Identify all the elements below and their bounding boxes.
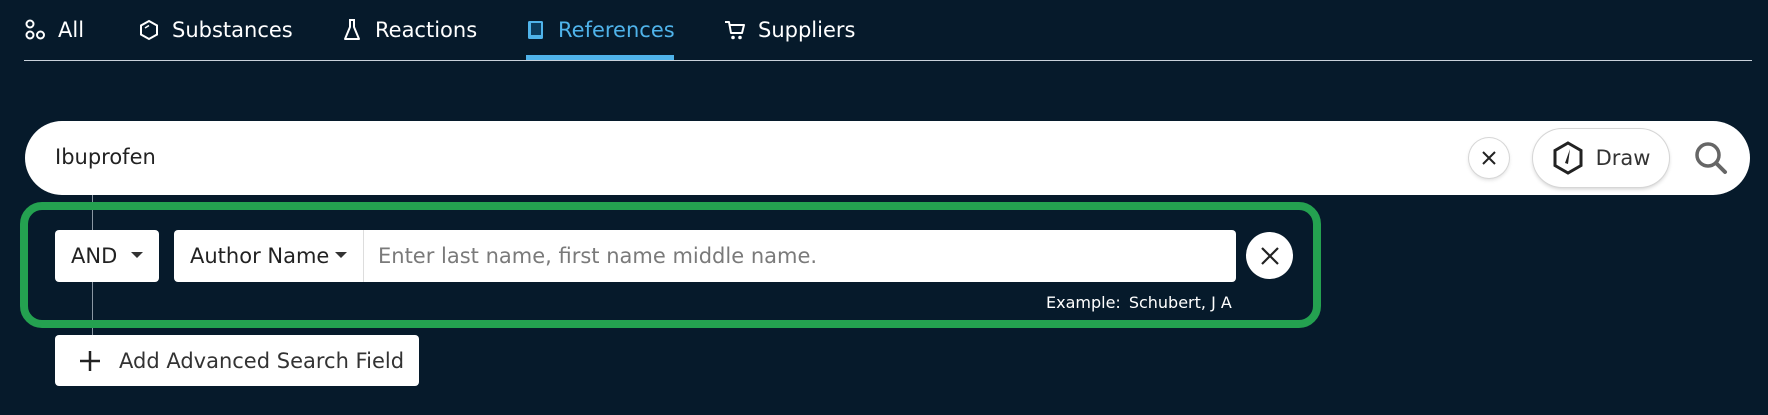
add-advanced-search-field-button[interactable]: Add Advanced Search Field xyxy=(55,335,419,386)
tab-substances-label: Substances xyxy=(172,18,293,42)
search-icon xyxy=(1695,142,1727,174)
draw-hexagon-icon xyxy=(1553,141,1583,175)
substance-icon xyxy=(138,18,160,42)
boolean-operator-select[interactable]: AND xyxy=(55,230,159,282)
add-field-label: Add Advanced Search Field xyxy=(119,348,405,373)
tab-all[interactable]: All xyxy=(24,14,84,60)
operator-value: AND xyxy=(71,244,118,268)
close-icon xyxy=(1482,151,1496,165)
tab-substances[interactable]: Substances xyxy=(138,14,293,60)
clear-search-button[interactable] xyxy=(1469,138,1509,178)
search-field-select[interactable]: Author Name xyxy=(174,230,364,282)
tab-suppliers-label: Suppliers xyxy=(758,18,856,42)
draw-button-label: Draw xyxy=(1595,146,1651,170)
cart-icon xyxy=(724,18,746,42)
flask-icon xyxy=(341,18,363,42)
book-icon xyxy=(526,18,546,42)
plus-icon xyxy=(79,350,101,372)
draw-structure-button[interactable]: Draw xyxy=(1533,129,1669,187)
close-icon xyxy=(1260,246,1279,265)
tab-reactions[interactable]: Reactions xyxy=(341,14,477,60)
tab-reactions-label: Reactions xyxy=(375,18,478,42)
tab-references-label: References xyxy=(558,18,675,42)
field-value: Author Name xyxy=(190,244,330,268)
tab-references[interactable]: References xyxy=(526,14,675,60)
chevron-down-icon xyxy=(335,252,347,258)
all-icon xyxy=(24,18,46,42)
tab-suppliers[interactable]: Suppliers xyxy=(724,14,855,60)
author-name-input[interactable] xyxy=(364,230,1236,282)
example-value: Schubert, J A xyxy=(1128,293,1232,312)
remove-field-button[interactable] xyxy=(1246,232,1293,279)
chevron-down-icon xyxy=(131,252,143,258)
search-type-tabs: All Substances Reactions References Supp… xyxy=(24,0,1752,61)
search-query-text[interactable]: Ibuprofen xyxy=(55,145,156,169)
search-submit-button[interactable] xyxy=(1690,137,1732,179)
example-label: Example: xyxy=(1046,293,1121,312)
input-example-hint: Example: Schubert, J A xyxy=(1046,293,1232,312)
tab-all-label: All xyxy=(58,18,85,42)
main-search-bar[interactable]: Ibuprofen Draw xyxy=(25,121,1750,195)
